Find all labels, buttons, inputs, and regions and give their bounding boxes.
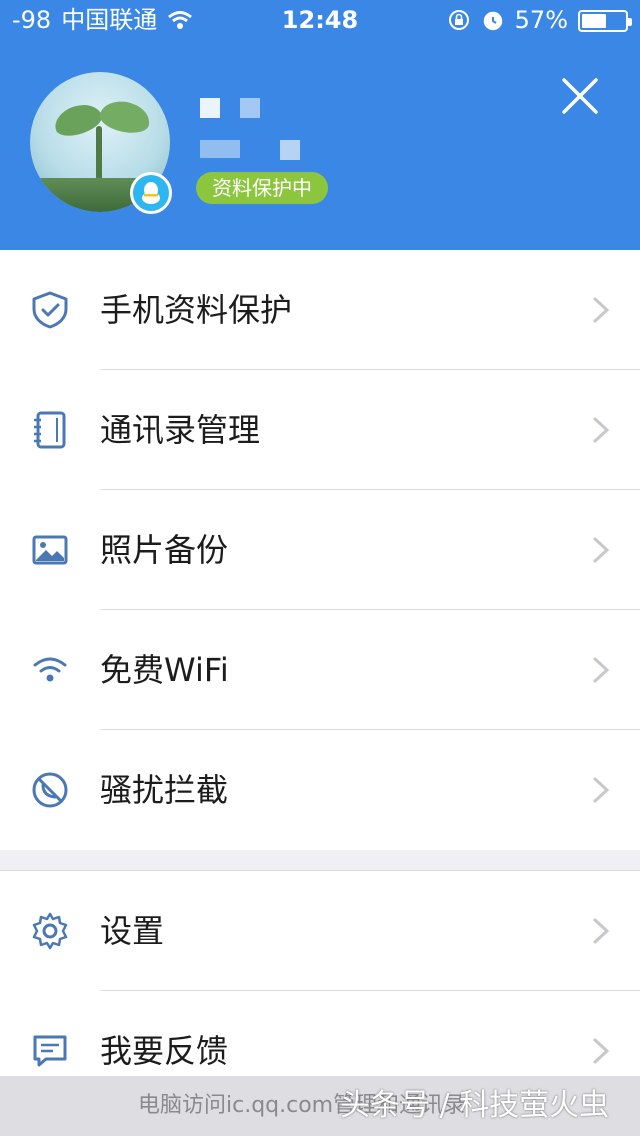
photo-icon [32, 535, 68, 565]
menu-label: 免费WiFi [100, 651, 229, 689]
menu-label: 通讯录管理 [100, 411, 261, 449]
battery-percent: 57% [514, 6, 568, 34]
menu-label: 骚扰拦截 [100, 771, 229, 809]
menu-label: 手机资料保护 [100, 291, 293, 329]
profile-header: -98 中国联通 12:48 57% 资料保护中 [0, 0, 640, 250]
menu-item-contacts[interactable]: 通讯录管理 [0, 370, 640, 490]
wifi-icon [33, 657, 67, 682]
chevron-right-icon [593, 918, 610, 944]
rotation-lock-icon [448, 10, 469, 30]
bottom-info-bar: 电脑访问ic.qq.com管理和通讯录 头条号 / 科技萤火虫 [0, 1076, 640, 1136]
menu-item-harassment-block[interactable]: 骚扰拦截 [0, 730, 640, 850]
menu-label: 照片备份 [100, 531, 229, 569]
status-bar: -98 中国联通 12:48 57% [0, 0, 640, 40]
close-icon[interactable] [558, 74, 602, 118]
menu-item-free-wifi[interactable]: 免费WiFi [0, 610, 640, 730]
chevron-right-icon [593, 537, 610, 563]
menu-item-data-protection[interactable]: 手机资料保护 [0, 250, 640, 370]
qq-penguin-icon [130, 172, 172, 214]
primary-menu: 手机资料保护 通讯录管理 照片备份 免费WiFi 骚扰拦截 [0, 250, 640, 850]
chevron-right-icon [593, 297, 610, 323]
chevron-right-icon [593, 1038, 610, 1064]
chevron-right-icon [593, 417, 610, 443]
shield-check-icon [32, 291, 68, 329]
protection-status-badge: 资料保护中 [196, 172, 328, 204]
block-call-icon [32, 772, 68, 808]
alarm-icon [483, 11, 502, 31]
menu-item-photo-backup[interactable]: 照片备份 [0, 490, 640, 610]
chevron-right-icon [593, 657, 610, 683]
battery-icon [578, 10, 632, 32]
menu-label: 设置 [100, 912, 165, 950]
contacts-book-icon [34, 411, 66, 449]
gear-icon [32, 912, 68, 950]
chevron-right-icon [593, 777, 610, 803]
watermark: 头条号 / 科技萤火虫 [340, 1088, 610, 1123]
secondary-menu: 设置 我要反馈 [0, 870, 640, 1076]
feedback-icon [33, 1035, 67, 1067]
menu-item-settings[interactable]: 设置 [0, 871, 640, 991]
